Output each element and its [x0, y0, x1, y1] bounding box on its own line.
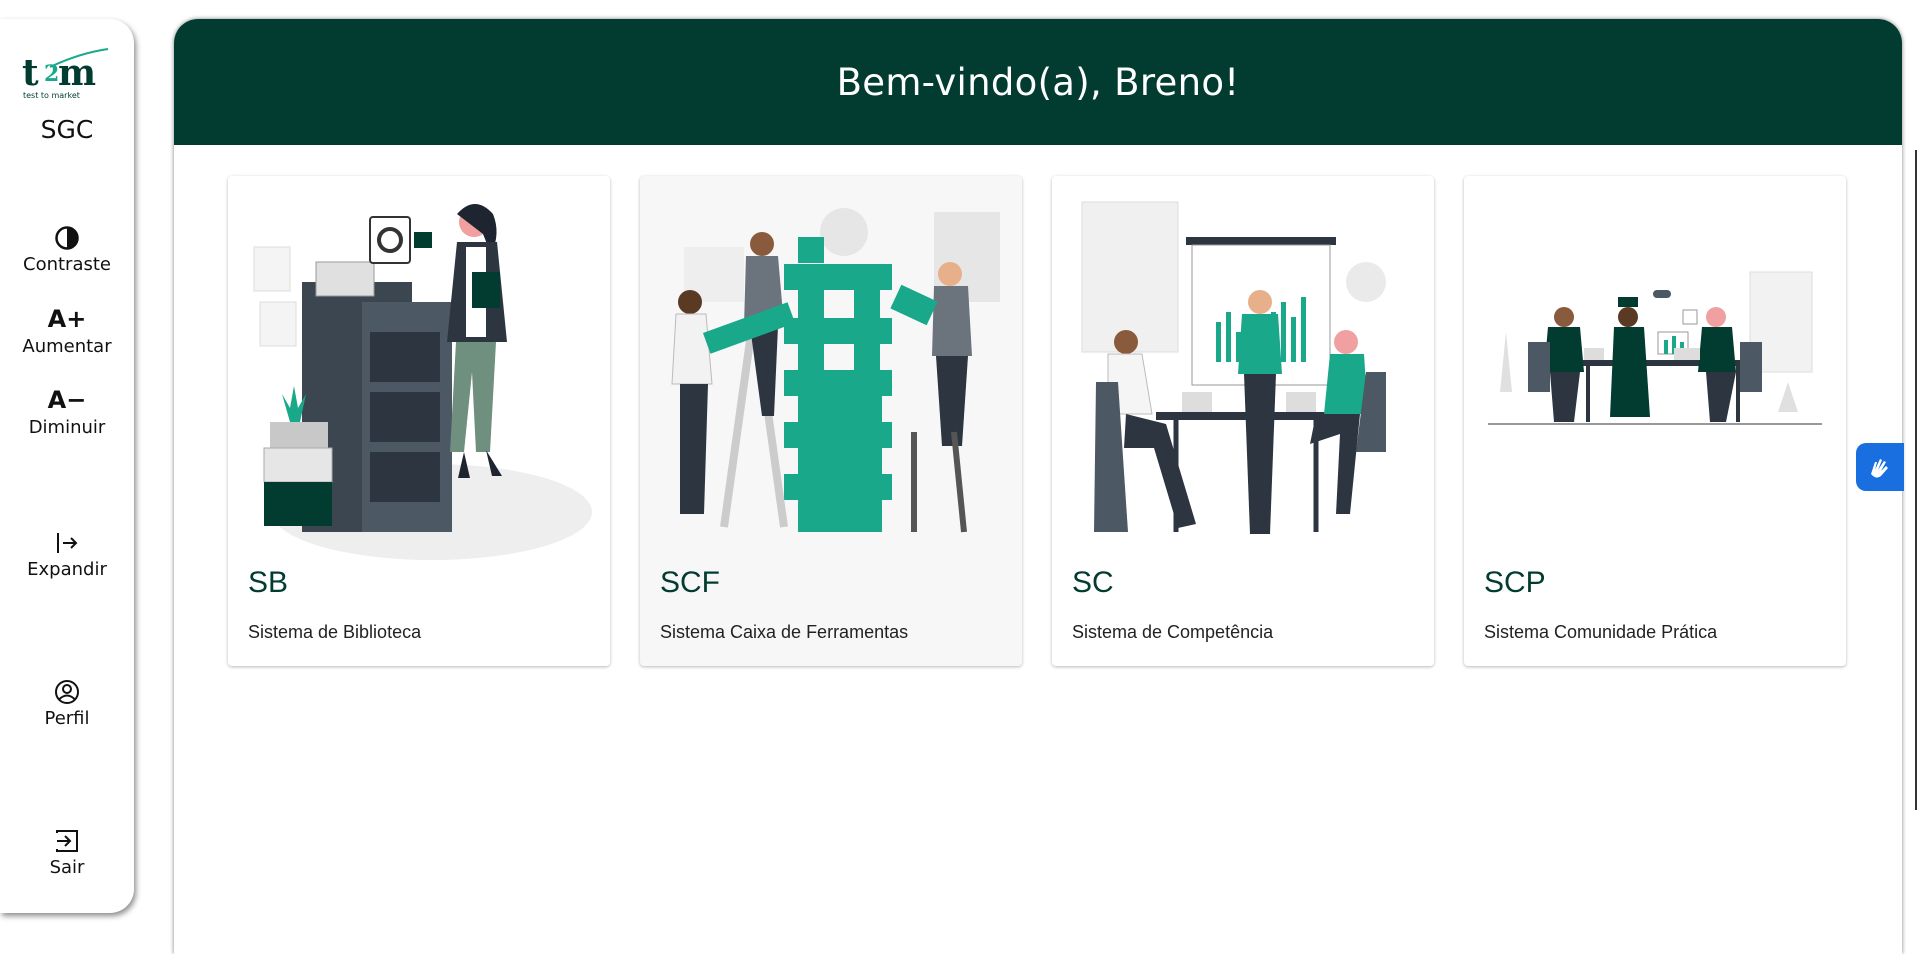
toolbox-illustration — [671, 208, 1000, 533]
scrollbar[interactable] — [1915, 150, 1917, 810]
card-sc[interactable]: SC Sistema de Competência — [1052, 176, 1434, 666]
card-scf[interactable]: SCF Sistema Caixa de Ferramentas — [640, 176, 1022, 666]
svg-text:t: t — [22, 52, 39, 94]
card-sb[interactable]: SB Sistema de Biblioteca — [228, 176, 610, 666]
profile-button[interactable]: Perfil — [0, 674, 134, 729]
font-decrease-icon: A− — [47, 386, 87, 414]
card-description: Sistema Comunidade Prática — [1484, 622, 1718, 642]
decrease-font-button[interactable]: A− Diminuir — [0, 383, 134, 438]
logout-icon — [0, 823, 134, 857]
profile-icon — [0, 674, 134, 708]
app-name: SGC — [40, 115, 94, 144]
card-code: SCF — [660, 566, 720, 599]
card-scp[interactable]: SCP Sistema Comunidade Prática — [1464, 176, 1846, 666]
expand-icon — [0, 525, 134, 559]
expand-label: Expandir — [27, 559, 107, 580]
system-cards: SB Sistema de Biblioteca SCF Sistema Cai… — [228, 176, 1846, 666]
sidebar: t 2 m test to market SGC Contraste A+ Au… — [0, 19, 134, 913]
page-title: Bem-vindo(a), Breno! — [836, 60, 1240, 104]
svg-text:m: m — [58, 52, 96, 94]
contrast-button[interactable]: Contraste — [0, 220, 134, 275]
card-description: Sistema de Competência — [1072, 622, 1274, 642]
sign-language-button[interactable] — [1856, 443, 1904, 491]
increase-font-button[interactable]: A+ Aumentar — [0, 302, 134, 357]
expand-button[interactable]: Expandir — [0, 525, 134, 580]
competency-illustration — [1081, 201, 1386, 534]
t2m-logo: t 2 m test to market — [20, 45, 110, 103]
profile-label: Perfil — [44, 708, 90, 729]
community-illustration — [1488, 271, 1822, 425]
logout-label: Sair — [49, 857, 85, 878]
card-code: SC — [1072, 566, 1114, 599]
decrease-label: Diminuir — [28, 417, 106, 438]
card-code: SCP — [1484, 566, 1546, 599]
contrast-label: Contraste — [23, 254, 111, 275]
main-panel: Bem-vindo(a), Breno! SB Sistema de Bibli… — [174, 19, 1902, 954]
logout-button[interactable]: Sair — [0, 823, 134, 878]
card-code: SB — [248, 566, 289, 599]
card-description: Sistema Caixa de Ferramentas — [660, 622, 909, 642]
svg-text:test to market: test to market — [23, 91, 80, 100]
contrast-icon — [0, 220, 134, 254]
sign-language-icon — [1871, 459, 1888, 478]
card-description: Sistema de Biblioteca — [248, 622, 422, 642]
welcome-header: Bem-vindo(a), Breno! — [174, 19, 1902, 145]
library-illustration — [253, 204, 592, 560]
increase-label: Aumentar — [22, 336, 112, 357]
font-increase-icon: A+ — [47, 305, 87, 333]
